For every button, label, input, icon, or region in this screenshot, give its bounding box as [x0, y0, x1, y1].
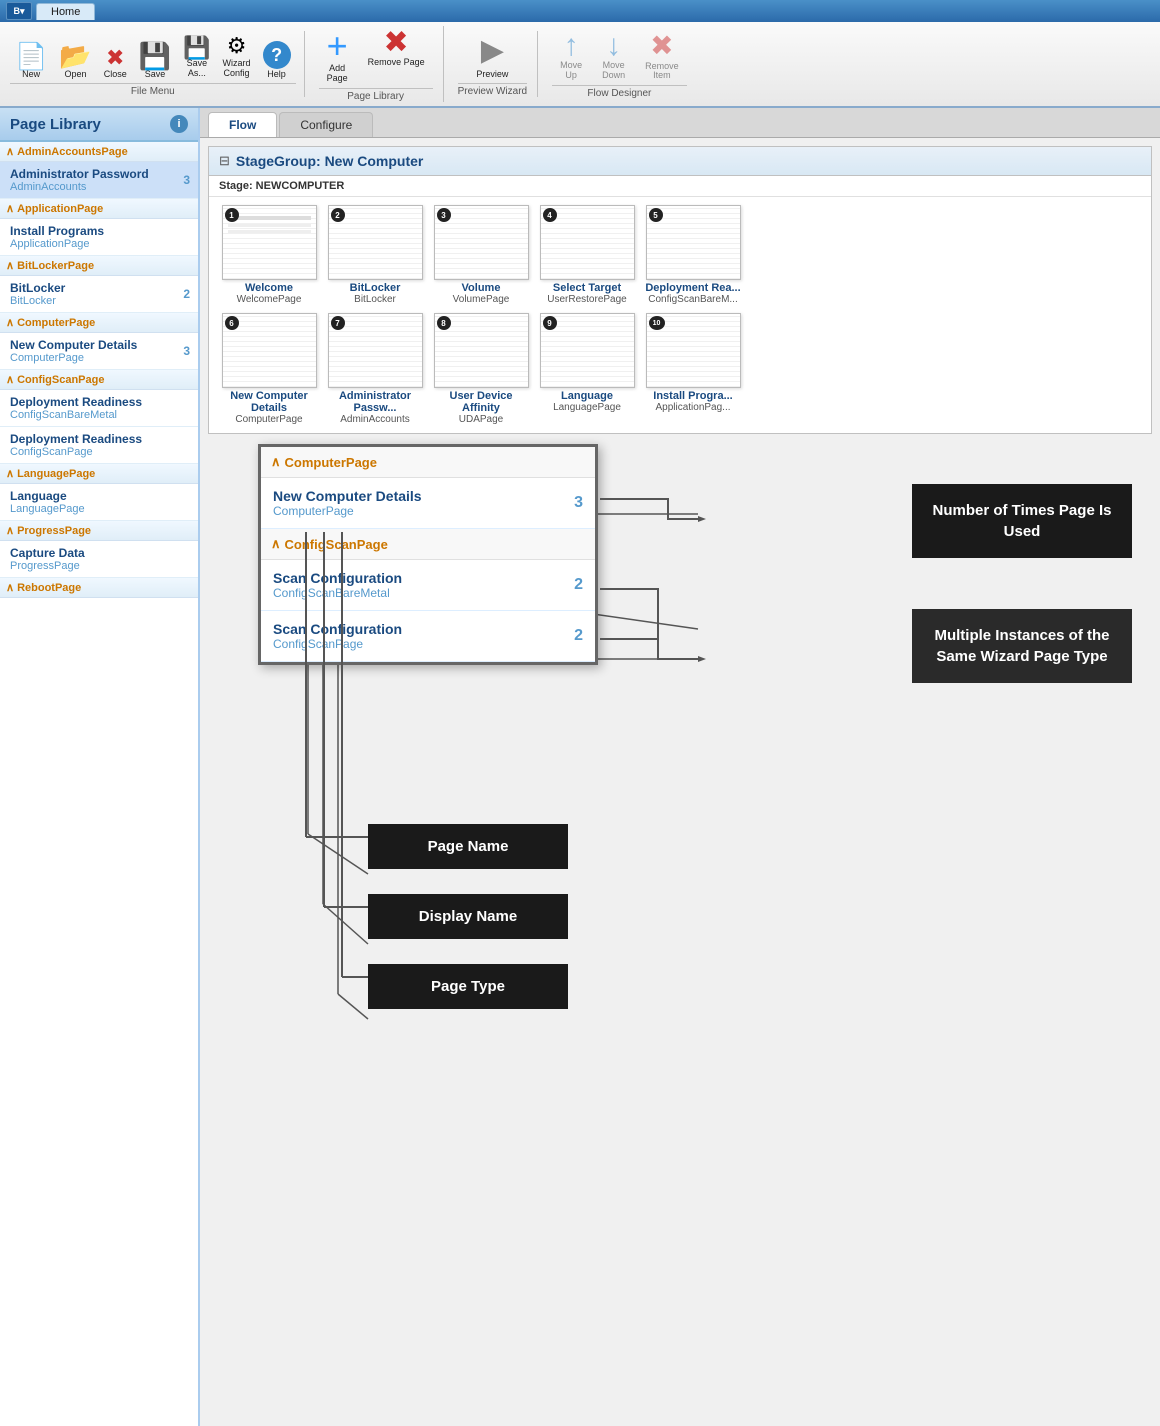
- add-page-button[interactable]: + AddPage: [319, 26, 356, 86]
- group-header-computer: ∧ComputerPage: [0, 313, 198, 333]
- sidebar-item-language[interactable]: LanguageLanguagePage: [0, 484, 198, 521]
- group-header-admin: ∧AdminAccountsPage: [0, 142, 198, 162]
- page-library-group-label: Page Library: [319, 88, 433, 102]
- tab-flow[interactable]: Flow: [208, 112, 277, 137]
- sidebar-item-deployment-configscan[interactable]: Deployment ReadinessConfigScanPage: [0, 427, 198, 464]
- tabs-bar: Flow Configure: [200, 108, 1160, 138]
- annotation-display-name: Display Name: [368, 894, 568, 939]
- ribbon: 📄 New 📂 Open ✖ Close 💾 Save 💾 Save: [0, 22, 1160, 108]
- zoom-group-computer: ∧ComputerPage: [261, 447, 595, 478]
- stage-group: ⊟ StageGroup: New Computer Stage: NEWCOM…: [208, 146, 1152, 434]
- ribbon-group-flow: ↑ MoveUp ↓ MoveDown ✖ RemoveItem Flow De…: [542, 29, 697, 100]
- main-layout: Page Library i ∧AdminAccountsPage Admini…: [0, 108, 1160, 1426]
- move-up-button[interactable]: ↑ MoveUp: [552, 29, 590, 84]
- group-header-application: ∧ApplicationPage: [0, 199, 198, 219]
- wizard-config-button[interactable]: ⚙ WizardConfig: [218, 31, 256, 81]
- page-thumb-2[interactable]: 2 BitLocker BitLocker: [325, 205, 425, 305]
- page-wrapper: B▾ Home 📄 New 📂 Open ✖ Close 💾: [0, 0, 1160, 1426]
- title-tab[interactable]: Home: [36, 3, 95, 20]
- flow-group-label: Flow Designer: [552, 85, 687, 99]
- ribbon-group-preview: ▶ Preview Preview Wizard: [448, 31, 538, 97]
- file-menu-label: File Menu: [10, 83, 296, 97]
- zoom-item-scan-config-2: Scan Configuration ConfigScanPage 2: [261, 611, 595, 662]
- page-library-title: Page Library: [10, 116, 101, 133]
- page-thumb-3[interactable]: 3 Volume VolumePage: [431, 205, 531, 305]
- page-thumb-7[interactable]: 7 Administrator Passw... AdminAccounts: [325, 313, 425, 425]
- help-button[interactable]: ? Help: [258, 39, 296, 81]
- ribbon-group-file: 📄 New 📂 Open ✖ Close 💾 Save 💾 Save: [10, 31, 305, 97]
- new-button[interactable]: 📄 New: [10, 41, 52, 81]
- sidebar-item-deployment-baremetal[interactable]: Deployment ReadinessConfigScanBareMetal: [0, 390, 198, 427]
- sidebar-item-bitlocker[interactable]: BitLockerBitLocker 2: [0, 276, 198, 313]
- remove-item-button[interactable]: ✖ RemoveItem: [637, 29, 687, 84]
- app-logo: B▾: [6, 2, 32, 20]
- move-down-button[interactable]: ↓ MoveDown: [594, 29, 633, 84]
- annotation-page-name: Page Name: [368, 824, 568, 869]
- group-header-bitlocker: ∧BitLockerPage: [0, 256, 198, 276]
- annotation-page-type: Page Type: [368, 964, 568, 1009]
- title-bar: B▾ Home: [0, 0, 1160, 22]
- zoom-count-scan-2: 2: [574, 627, 583, 645]
- page-thumb-6[interactable]: 6 New Computer Details ComputerPage: [219, 313, 319, 425]
- close-button[interactable]: ✖ Close: [99, 45, 132, 81]
- page-thumb-9[interactable]: 9 Language LanguagePage: [537, 313, 637, 425]
- annotation-section: ∧ComputerPage New Computer Details Compu…: [208, 444, 1152, 1124]
- zoomed-panel: ∧ComputerPage New Computer Details Compu…: [258, 444, 598, 665]
- preview-group-label: Preview Wizard: [458, 83, 527, 97]
- info-icon[interactable]: i: [170, 115, 188, 133]
- group-header-language: ∧LanguagePage: [0, 464, 198, 484]
- stage-group-header: ⊟ StageGroup: New Computer: [209, 147, 1151, 176]
- sidebar-header: Page Library i: [0, 108, 198, 142]
- pages-row-1: 1 Welcome WelcomePage: [209, 197, 1151, 313]
- pages-row-2: 6 New Computer Details ComputerPage 7: [209, 313, 1151, 433]
- save-as-button[interactable]: 💾 SaveAs...: [178, 35, 215, 81]
- open-button[interactable]: 📂 Open: [54, 41, 96, 81]
- zoom-count-scan-1: 2: [574, 576, 583, 594]
- sidebar-item-install-programs[interactable]: Install ProgramsApplicationPage: [0, 219, 198, 256]
- zoom-group-configscan: ∧ConfigScanPage: [261, 529, 595, 560]
- remove-page-button[interactable]: ✖ Remove Page: [360, 26, 433, 86]
- flow-panel: ⊟ StageGroup: New Computer Stage: NEWCOM…: [200, 138, 1160, 1426]
- preview-button[interactable]: ▶ Preview: [468, 31, 516, 81]
- sidebar-item-admin-password[interactable]: Administrator PasswordAdminAccounts 3: [0, 162, 198, 199]
- annotation-multiple-instances: Multiple Instances of the Same Wizard Pa…: [912, 609, 1132, 683]
- page-thumb-5[interactable]: 5 Deployment Rea... ConfigScanBareM...: [643, 205, 743, 305]
- stage-label: Stage: NEWCOMPUTER: [209, 176, 1151, 197]
- group-header-reboot: ∧RebootPage: [0, 578, 198, 598]
- stage-group-title: StageGroup: New Computer: [236, 153, 423, 169]
- zoom-count-computer: 3: [574, 494, 583, 512]
- page-thumb-8[interactable]: 8 User Device Affinity UDAPage: [431, 313, 531, 425]
- sidebar: Page Library i ∧AdminAccountsPage Admini…: [0, 108, 200, 1426]
- page-thumb-1[interactable]: 1 Welcome WelcomePage: [219, 205, 319, 305]
- content-area: Flow Configure ⊟ StageGroup: New Compute…: [200, 108, 1160, 1426]
- collapse-icon[interactable]: ⊟: [219, 153, 230, 169]
- sidebar-item-computer-details[interactable]: New Computer DetailsComputerPage 3: [0, 333, 198, 370]
- page-thumb-10[interactable]: 10 Install Progra... ApplicationPag...: [643, 313, 743, 425]
- sidebar-item-capture-data[interactable]: Capture DataProgressPage: [0, 541, 198, 578]
- ribbon-group-page-library: + AddPage ✖ Remove Page Page Library: [309, 26, 444, 102]
- group-header-configscan: ∧ConfigScanPage: [0, 370, 198, 390]
- page-thumb-4[interactable]: 4 Select Target UserRestorePage: [537, 205, 637, 305]
- save-button[interactable]: 💾 Save: [134, 41, 176, 81]
- zoom-item-scan-config-1: Scan Configuration ConfigScanBareMetal 2: [261, 560, 595, 611]
- annotation-number-times: Number of Times Page Is Used: [912, 484, 1132, 558]
- zoom-item-computer-details: New Computer Details ComputerPage 3: [261, 478, 595, 529]
- group-header-progress: ∧ProgressPage: [0, 521, 198, 541]
- tab-configure[interactable]: Configure: [279, 112, 373, 137]
